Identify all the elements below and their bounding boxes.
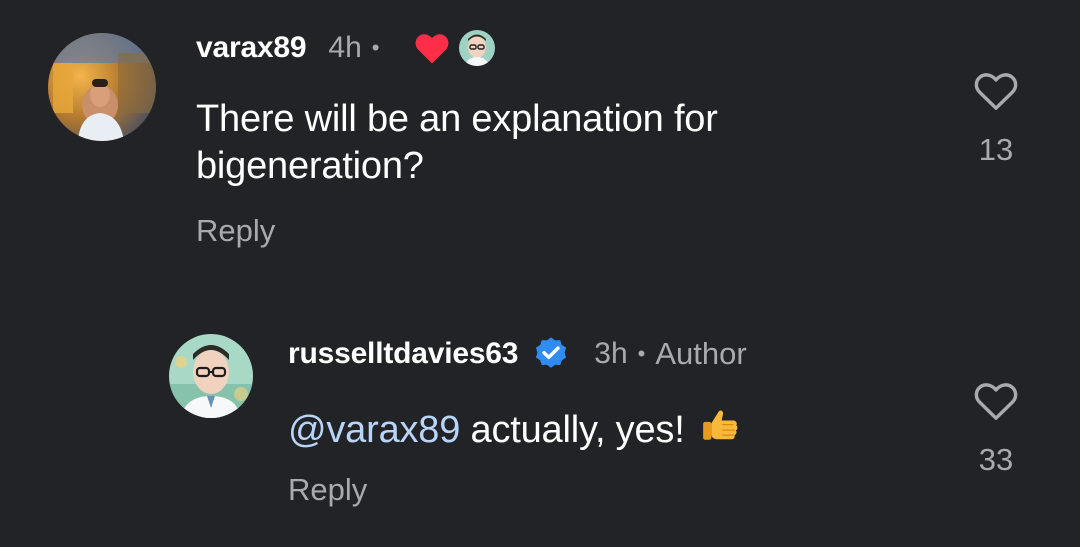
like-heart-icon[interactable] <box>973 380 1019 422</box>
verified-badge-icon <box>532 335 570 373</box>
avatar[interactable] <box>48 33 156 141</box>
like-count: 13 <box>978 132 1014 167</box>
comment-meta: varax89 4h • <box>196 28 496 68</box>
comment-text: There will be an explanation for bigener… <box>196 96 718 190</box>
username[interactable]: russelltdavies63 <box>288 337 518 371</box>
author-avatar-mini <box>459 30 496 66</box>
comment-text: @varax89 actually, yes! <box>288 404 743 454</box>
author-label: Author <box>655 336 747 371</box>
reply-button[interactable]: Reply <box>196 213 275 249</box>
avatar[interactable] <box>169 334 253 418</box>
comment-meta: russelltdavies63 3h • Author <box>288 334 747 374</box>
like-count: 33 <box>978 442 1014 477</box>
reply-button[interactable]: Reply <box>288 472 367 508</box>
like-heart-icon[interactable] <box>973 70 1019 112</box>
like-column: 33 <box>966 380 1026 478</box>
comment-1: varax89 4h • There will be an explanatio… <box>0 0 1080 280</box>
comment-2: russelltdavies63 3h • Author @varax89 ac… <box>0 280 1080 547</box>
thumbs-up-emoji <box>699 404 743 448</box>
timestamp: 4h <box>328 31 362 64</box>
username[interactable]: varax89 <box>196 31 307 65</box>
separator-dot: • <box>637 341 646 366</box>
mention-link[interactable]: @varax89 <box>288 409 460 451</box>
separator-dot: • <box>371 35 380 60</box>
timestamp: 3h <box>594 337 628 370</box>
comment-text-body: actually, yes! <box>460 409 685 451</box>
like-column: 13 <box>966 70 1026 168</box>
comment-text-line-2: bigeneration? <box>196 145 424 187</box>
heart-icon <box>413 31 451 65</box>
comment-text-line-1: There will be an explanation for <box>196 98 718 140</box>
